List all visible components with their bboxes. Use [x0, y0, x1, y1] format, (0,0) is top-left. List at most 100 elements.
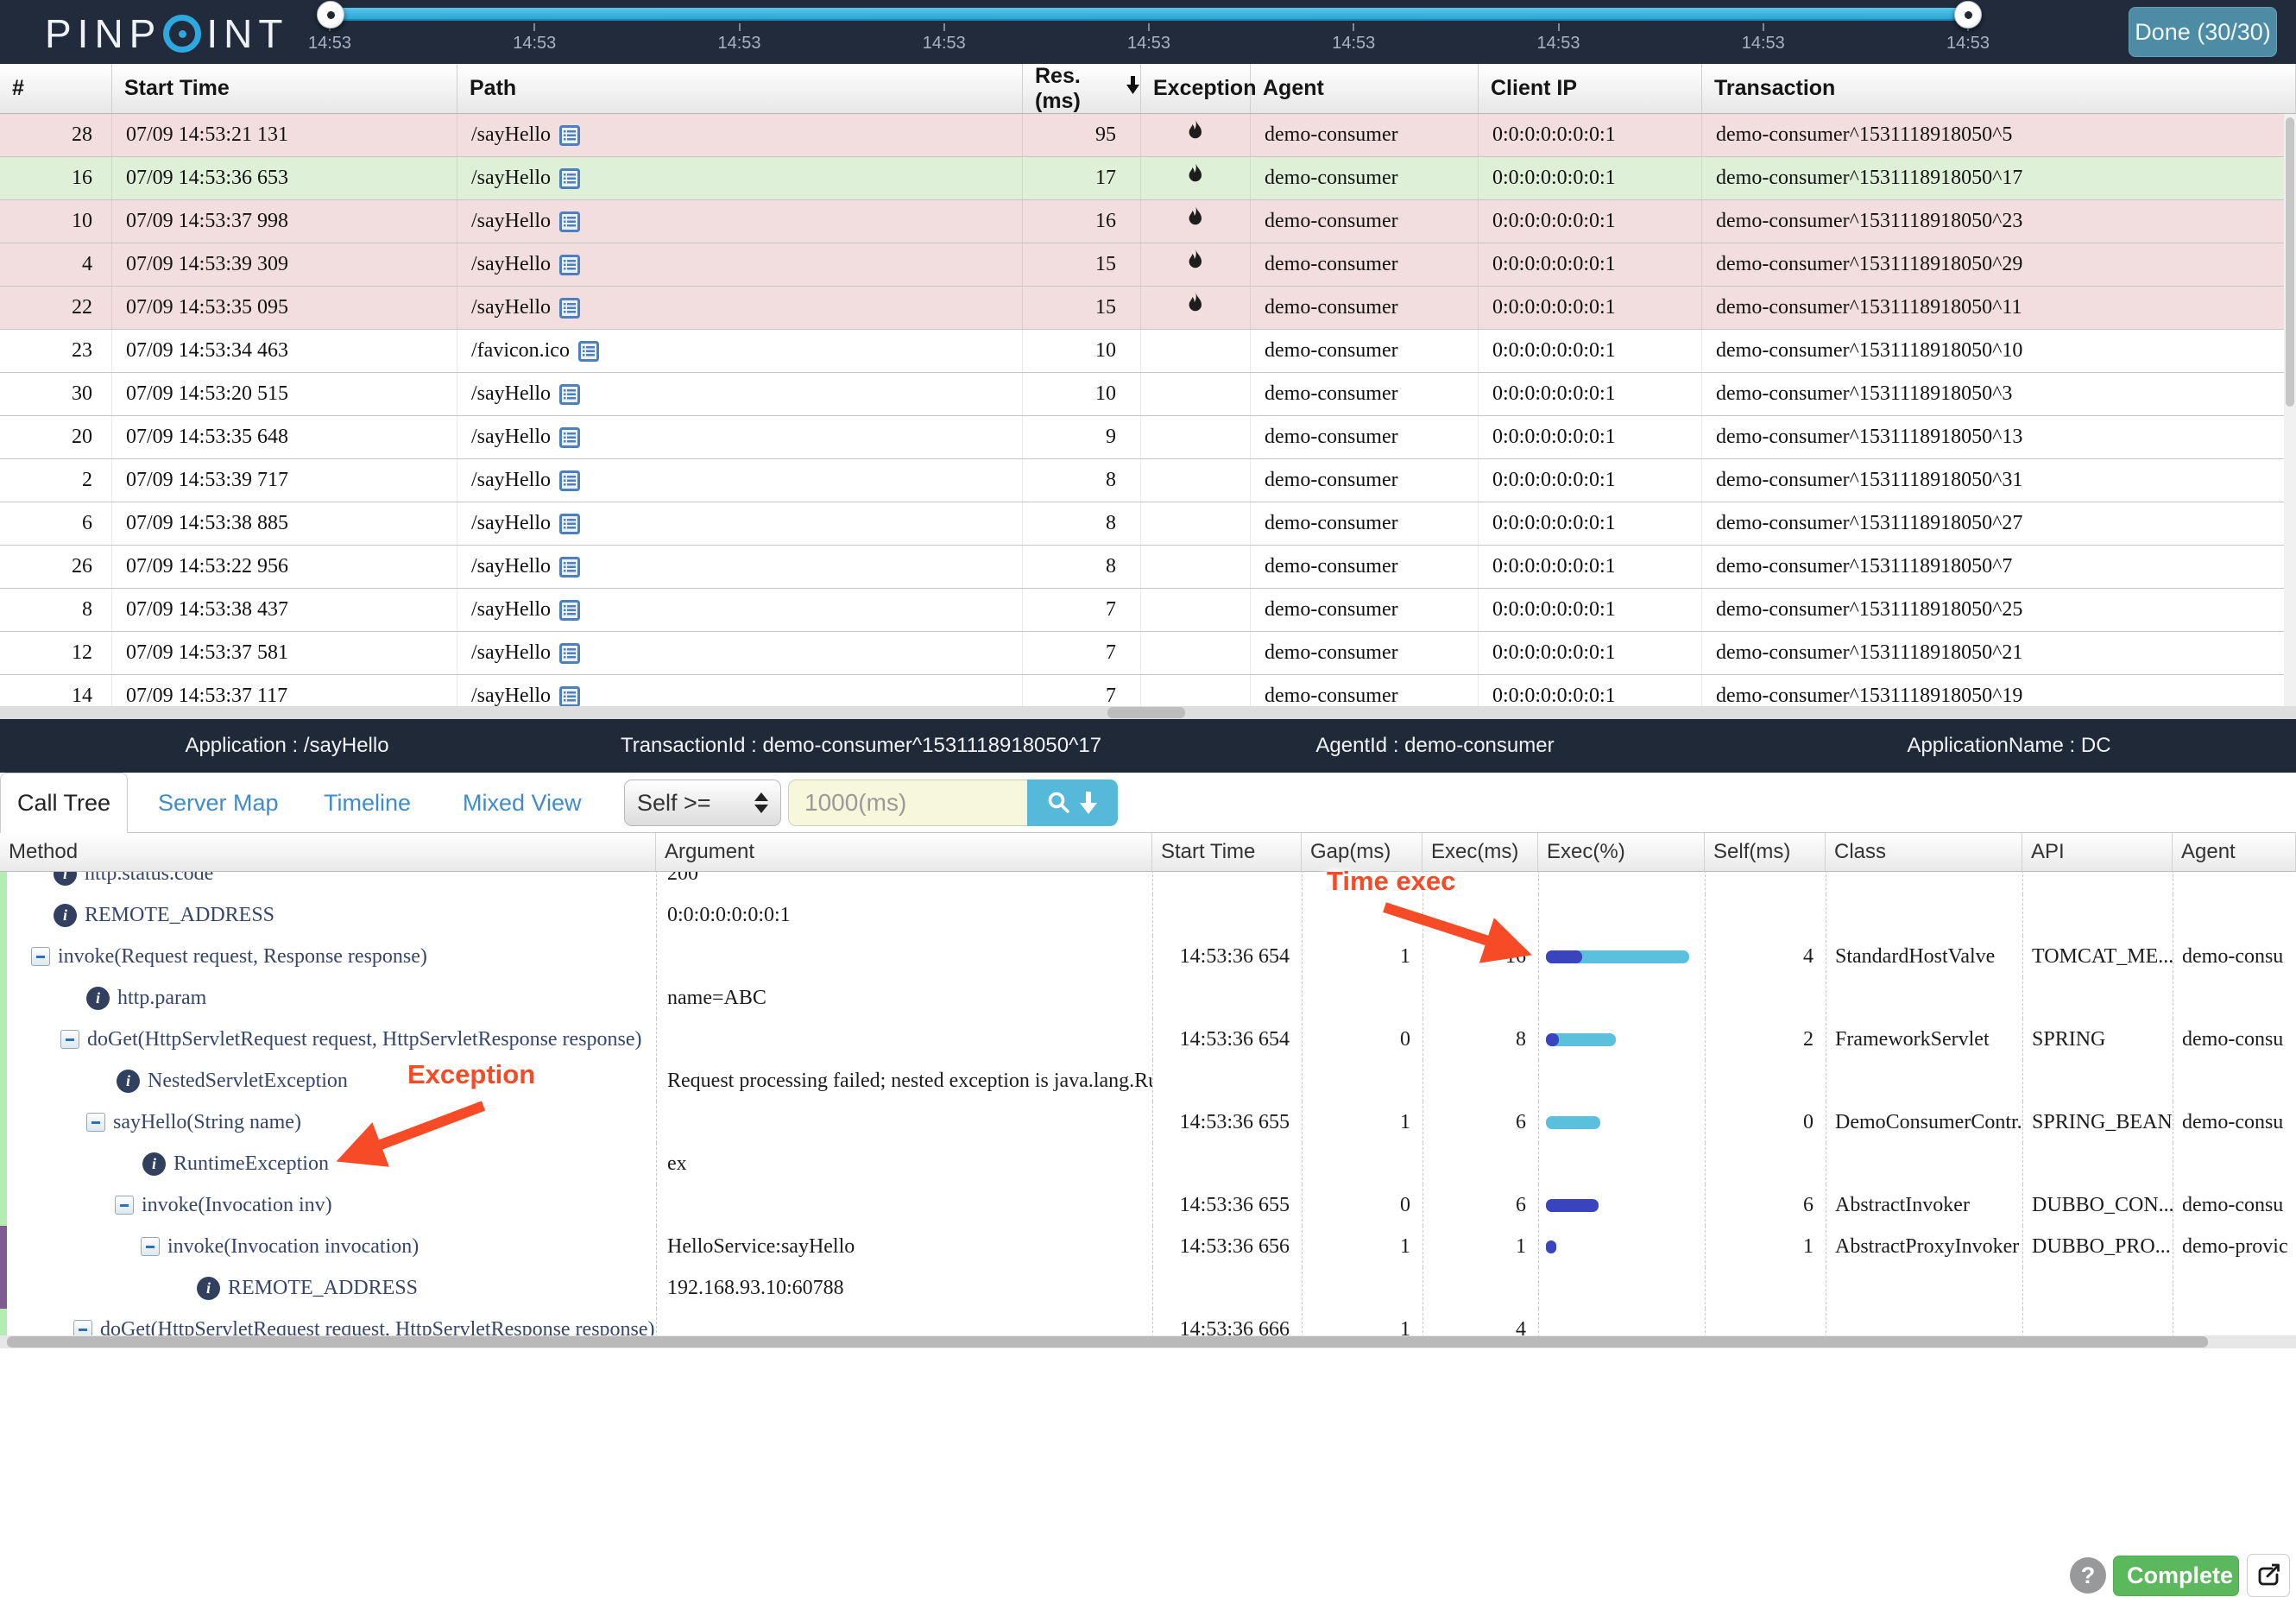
table-row[interactable]: 22 07/09 14:53:35 095/sayHello 15 demo-cons… — [0, 287, 2296, 330]
cell-transaction: demo-consumer^1531118918050^29 — [1702, 243, 2296, 286]
cell-gap-ms: 0 — [1302, 1019, 1422, 1060]
tab-mixed-view[interactable]: Mixed View — [463, 773, 582, 833]
collapse-icon[interactable] — [60, 1030, 79, 1049]
table-row[interactable]: 14 07/09 14:53:37 117/sayHello 7 demo-consu… — [0, 675, 2296, 706]
call-tree-row[interactable]: i http.status.code 200 — [0, 872, 2296, 894]
table-row[interactable]: 26 07/09 14:53:22 956/sayHello 8 demo-consu… — [0, 546, 2296, 589]
cell-exec-pct — [1538, 1060, 1705, 1101]
call-tree-row[interactable]: i REMOTE_ADDRESS 192.168.93.10:60788 — [0, 1267, 2296, 1309]
transaction-detail-icon[interactable] — [558, 383, 580, 405]
column-header-num[interactable]: # — [0, 64, 112, 113]
column-header-response-ms[interactable]: Res. (ms) — [1023, 64, 1141, 113]
collapse-icon[interactable] — [141, 1237, 160, 1256]
sort-desc-icon[interactable] — [1126, 76, 1140, 101]
search-button[interactable] — [1027, 780, 1118, 826]
cell-start-time: 14:53:36 655 — [1152, 1184, 1302, 1226]
timeline-track[interactable] — [330, 8, 1968, 21]
agent-strip-consumer — [0, 872, 7, 1226]
call-tree-row[interactable]: i NestedServletException Request processin… — [0, 1060, 2296, 1101]
table-row[interactable]: 20 07/09 14:53:35 648/sayHello 9 demo-consu… — [0, 416, 2296, 459]
call-tree-row[interactable]: doGet(HttpServletRequest request, HttpSe… — [0, 1019, 2296, 1060]
cell-client-ip: 0:0:0:0:0:0:0:1 — [1479, 675, 1702, 706]
tab-call-tree[interactable]: Call Tree — [0, 773, 128, 833]
complete-button[interactable]: Complete — [2113, 1556, 2239, 1596]
call-tree-h-scrollbar — [0, 1335, 2296, 1348]
transaction-detail-icon[interactable] — [558, 167, 580, 189]
cell-agent: demo-consumer — [1251, 546, 1479, 588]
table-row[interactable]: 12 07/09 14:53:37 581/sayHello 7 demo-consu… — [0, 632, 2296, 675]
path-label: /sayHello — [471, 167, 551, 189]
call-tree-row[interactable]: i http.param name=ABC — [0, 977, 2296, 1019]
column-header-start-time[interactable]: Start Time — [112, 64, 457, 113]
cell-self-ms — [1705, 1267, 1826, 1309]
column-header-agent[interactable]: Agent — [1251, 64, 1479, 113]
transaction-detail-icon[interactable] — [558, 556, 580, 578]
call-tree-row[interactable]: invoke(Invocation inv) 14:53:36 655 0 6 6 Abs… — [0, 1184, 2296, 1226]
tab-timeline[interactable]: Timeline — [324, 773, 411, 833]
h-scrollbar-thumb[interactable] — [1107, 707, 1185, 718]
call-tree-row[interactable]: i REMOTE_ADDRESS 0:0:0:0:0:0:0:1 — [0, 894, 2296, 936]
transaction-detail-icon[interactable] — [558, 513, 580, 534]
table-row[interactable]: 8 07/09 14:53:38 437/sayHello 7 demo-consum… — [0, 589, 2296, 632]
call-tree-row[interactable]: sayHello(String name) 14:53:36 655 1 6 0 Demo… — [0, 1101, 2296, 1143]
cell-class — [1826, 977, 2022, 1019]
column-header-exception[interactable]: Exception — [1141, 64, 1256, 113]
table-row[interactable]: 16 07/09 14:53:36 653/sayHello 17 demo-cons… — [0, 157, 2296, 200]
self-threshold-select[interactable]: Self >= — [624, 780, 781, 826]
transaction-detail-icon[interactable] — [558, 642, 580, 664]
tab-server-map[interactable]: Server Map — [158, 773, 279, 833]
collapse-icon[interactable] — [31, 947, 50, 966]
transaction-detail-icon[interactable] — [558, 426, 580, 448]
cell-transaction: demo-consumer^1531118918050^7 — [1702, 546, 2296, 588]
table-row[interactable]: 28 07/09 14:53:21 131/sayHello 95 demo-cons… — [0, 114, 2296, 157]
transaction-detail-icon[interactable] — [558, 254, 580, 275]
table-row[interactable]: 23 07/09 14:53:34 463/favicon.ico 10 demo-c… — [0, 330, 2296, 373]
table-row[interactable]: 2 07/09 14:53:39 717/sayHello 8 demo-consum… — [0, 459, 2296, 502]
column-header-path[interactable]: Path — [457, 64, 1023, 113]
table-row[interactable]: 10 07/09 14:53:37 998/sayHello 16 demo-cons… — [0, 200, 2296, 243]
table-row[interactable]: 30 07/09 14:53:20 515/sayHello 10 demo-cons… — [0, 373, 2296, 416]
export-button[interactable] — [2247, 1554, 2290, 1597]
transaction-info-bar: Application : /sayHello TransactionId : … — [0, 719, 2296, 773]
transaction-detail-icon[interactable] — [577, 340, 599, 362]
transactions-h-scrollbar — [0, 706, 2296, 719]
table-row[interactable]: 4 07/09 14:53:39 309/sayHello 15 demo-consu… — [0, 243, 2296, 287]
cell-exec-pct — [1538, 1184, 1705, 1226]
column-header-transaction[interactable]: Transaction — [1702, 64, 2296, 113]
cell-method: invoke(Invocation inv) — [0, 1184, 656, 1226]
cell-self-ms: 0 — [1705, 1101, 1826, 1143]
timeline-handle-right[interactable] — [1954, 1, 1982, 28]
column-header-client-ip[interactable]: Client IP — [1479, 64, 1702, 113]
info-application-name: ApplicationName : DC — [1907, 734, 2111, 757]
done-button[interactable]: Done (30/30) — [2129, 7, 2277, 57]
help-button[interactable]: ? — [2070, 1557, 2106, 1594]
timeline-handle-left[interactable] — [317, 1, 344, 28]
cell-exec-ms — [1422, 1060, 1538, 1101]
cell-api: SPRING_BEAN — [2022, 1101, 2173, 1143]
cell-exec-ms: 16 — [1422, 936, 1538, 977]
cell-exception — [1141, 373, 1251, 415]
call-tree-row[interactable]: doGet(HttpServletRequest request, HttpSe… — [0, 1309, 2296, 1335]
cell-start-time: 07/09 14:53:37 998 — [112, 200, 457, 243]
collapse-icon[interactable] — [73, 1320, 92, 1335]
transaction-detail-icon[interactable] — [558, 211, 580, 232]
collapse-icon[interactable] — [86, 1113, 105, 1132]
collapse-icon[interactable] — [115, 1196, 134, 1215]
method-label: NestedServletException — [148, 1069, 348, 1092]
call-tree-row[interactable]: invoke(Request request, Response respons… — [0, 936, 2296, 977]
transaction-detail-icon[interactable] — [558, 470, 580, 491]
transaction-detail-icon[interactable] — [558, 124, 580, 146]
cell-self-ms — [1705, 872, 1826, 894]
cell-start-time: 07/09 14:53:21 131 — [112, 114, 457, 156]
transaction-detail-icon[interactable] — [558, 297, 580, 319]
table-row[interactable]: 6 07/09 14:53:38 885/sayHello 8 demo-consum… — [0, 502, 2296, 546]
transaction-detail-icon[interactable] — [558, 685, 580, 706]
transaction-detail-icon[interactable] — [558, 599, 580, 621]
search-icon — [1048, 792, 1069, 813]
h-scrollbar-thumb[interactable] — [7, 1336, 2208, 1348]
call-tree-row[interactable]: i RuntimeException ex — [0, 1143, 2296, 1184]
cell-method: sayHello(String name) — [0, 1101, 656, 1143]
v-scrollbar-thumb[interactable] — [2286, 117, 2294, 407]
call-tree-row[interactable]: invoke(Invocation invocation) HelloServic… — [0, 1226, 2296, 1267]
threshold-input[interactable] — [788, 780, 1027, 826]
